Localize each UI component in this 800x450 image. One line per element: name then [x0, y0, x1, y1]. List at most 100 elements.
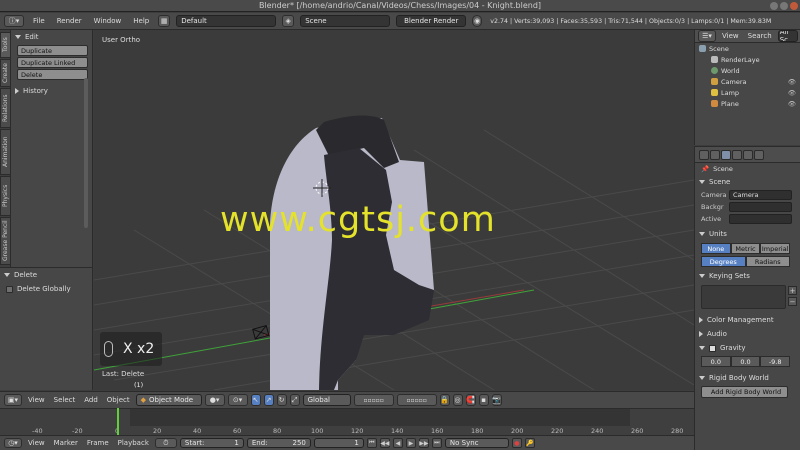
tab-create[interactable]: Create — [0, 59, 11, 87]
unit-none-button[interactable]: None — [701, 243, 731, 254]
gravity-y-field[interactable]: 0.0 — [730, 356, 761, 367]
timeline-menu-frame[interactable]: Frame — [84, 439, 112, 447]
close-icon[interactable] — [790, 2, 798, 10]
add-rigid-body-world-button[interactable]: Add Rigid Body World — [701, 386, 788, 398]
start-frame-field[interactable]: Start: 1 — [179, 438, 244, 448]
screen-layout-icon[interactable]: ▦ — [158, 15, 171, 27]
add-keying-set-icon[interactable]: + — [788, 286, 797, 295]
visibility-eye-icon[interactable]: 👁 — [788, 89, 796, 97]
next-keyframe-icon[interactable]: ▶▶ — [418, 438, 429, 448]
scene-layers-icon[interactable]: ▫▫▫▫▫ — [353, 394, 394, 406]
tab-tools[interactable]: Tools — [0, 32, 11, 58]
outliner-menu-search[interactable]: Search — [745, 32, 775, 40]
outliner-display-selector[interactable]: All Sc — [777, 30, 798, 42]
tab-physics[interactable]: Physics — [0, 176, 11, 216]
translate-manipulator-icon[interactable]: ↗ — [263, 394, 274, 406]
duplicate-button[interactable]: Duplicate — [17, 45, 88, 56]
scale-manipulator-icon[interactable]: ⤢ — [289, 394, 300, 406]
rotate-manipulator-icon[interactable]: ↻ — [276, 394, 287, 406]
background-scene-field[interactable] — [729, 202, 792, 212]
gravity-checkbox[interactable] — [709, 344, 716, 352]
scene-icon[interactable]: ◈ — [282, 15, 295, 27]
render-engine-selector[interactable]: Blender Render — [396, 15, 467, 27]
gravity-x-field[interactable]: 0.0 — [701, 356, 731, 367]
tab-relations[interactable]: Relations — [0, 88, 11, 128]
menu-render[interactable]: Render — [54, 17, 85, 25]
delete-button[interactable]: Delete — [17, 69, 88, 80]
mode-selector[interactable]: ◆ Object Mode — [135, 394, 202, 406]
menu-window[interactable]: Window — [91, 17, 125, 25]
outliner-item-camera[interactable]: Camera 👁 — [695, 76, 800, 87]
tab-animation[interactable]: Animation — [0, 129, 11, 175]
menu-file[interactable]: File — [30, 17, 48, 25]
units-panel-header[interactable]: Units — [695, 227, 800, 241]
degrees-button[interactable]: Degrees — [701, 256, 746, 267]
render-tab-icon[interactable] — [699, 149, 709, 160]
timeline-menu-marker[interactable]: Marker — [51, 439, 81, 447]
preview-range-icon[interactable]: ⏱ — [154, 438, 177, 448]
editor-type-info-icon[interactable]: ⓘ▾ — [4, 15, 24, 27]
tool-shelf-scrollbar[interactable] — [84, 78, 88, 228]
outliner-item-lamp[interactable]: Lamp 👁 — [695, 87, 800, 98]
add-menu[interactable]: Add — [81, 396, 101, 404]
active-clip-field[interactable] — [729, 214, 792, 224]
scene-panel-header[interactable]: Scene — [695, 175, 800, 189]
scene-tab-icon[interactable] — [721, 149, 731, 160]
scene-layers-2-icon[interactable]: ▫▫▫▫▫ — [396, 394, 437, 406]
transform-orientation-selector[interactable]: Global — [302, 394, 351, 406]
color-management-panel-header[interactable]: Color Management — [695, 313, 800, 327]
3d-viewport[interactable]: User Ortho www.cgtsj.com X x2 Last: Dele… — [94, 30, 694, 390]
scene-camera-field[interactable]: Camera — [729, 190, 792, 200]
outliner-item-scene[interactable]: Scene — [695, 43, 800, 54]
timeline-menu-playback[interactable]: Playback — [115, 439, 152, 447]
layout-selector[interactable]: Default — [176, 15, 277, 27]
object-menu[interactable]: Object — [104, 396, 133, 404]
select-menu[interactable]: Select — [51, 396, 79, 404]
current-frame-field[interactable]: 1 — [313, 438, 364, 448]
keying-sets-panel-header[interactable]: Keying Sets — [695, 269, 800, 283]
unit-metric-button[interactable]: Metric — [730, 243, 761, 254]
maximize-icon[interactable] — [780, 2, 788, 10]
minimize-icon[interactable] — [770, 2, 778, 10]
jump-to-end-icon[interactable]: ⏭ — [431, 438, 442, 448]
history-panel-header[interactable]: History — [11, 84, 92, 98]
unit-imperial-button[interactable]: Imperial — [760, 243, 791, 254]
visibility-eye-icon[interactable]: 👁 — [788, 100, 796, 108]
editor-type-timeline-icon[interactable]: ◷▾ — [4, 438, 22, 448]
keying-sets-list[interactable]: + − — [701, 285, 797, 309]
viewport-shading-icon[interactable]: ●▾ — [204, 394, 225, 406]
snap-element-icon[interactable]: ▪ — [478, 394, 489, 406]
world-tab-icon[interactable] — [732, 149, 742, 160]
delete-globally-checkbox[interactable] — [6, 285, 13, 293]
gravity-z-field[interactable]: -9.8 — [760, 356, 791, 367]
current-frame-indicator[interactable] — [117, 408, 119, 435]
outliner-item-renderlayer[interactable]: RenderLaye — [695, 54, 800, 65]
scene-selector[interactable]: Scene — [300, 15, 391, 27]
proportional-edit-icon[interactable]: ◎ — [452, 394, 463, 406]
rigid-body-world-panel-header[interactable]: Rigid Body World — [695, 371, 800, 385]
outliner-menu-view[interactable]: View — [719, 32, 742, 40]
audio-panel-header[interactable]: Audio — [695, 327, 800, 341]
pivot-point-icon[interactable]: ⊙▾ — [227, 394, 248, 406]
snap-icon[interactable]: 🧲 — [465, 394, 476, 406]
tab-grease-pencil[interactable]: Grease Pencil — [0, 217, 11, 265]
jump-to-start-icon[interactable]: ⏮ — [366, 438, 377, 448]
end-frame-field[interactable]: End: 250 — [246, 438, 311, 448]
pin-icon[interactable]: 📌 — [701, 165, 709, 173]
prev-keyframe-icon[interactable]: ◀◀ — [379, 438, 390, 448]
render-preview-icon[interactable]: 📷 — [491, 394, 502, 406]
remove-keying-set-icon[interactable]: − — [788, 297, 797, 306]
gravity-panel-header[interactable]: Gravity — [695, 341, 800, 355]
menu-help[interactable]: Help — [130, 17, 152, 25]
duplicate-linked-button[interactable]: Duplicate Linked — [17, 57, 88, 68]
visibility-eye-icon[interactable]: 👁 — [788, 78, 796, 86]
timeline-area[interactable]: -40 -20 0 20 40 60 80 100 120 140 160 18… — [0, 408, 694, 435]
manipulator-toggle-icon[interactable]: ↖ — [250, 394, 261, 406]
operator-panel-header[interactable]: Delete — [0, 268, 92, 282]
play-reverse-icon[interactable]: ◀ — [392, 438, 403, 448]
view-menu[interactable]: View — [25, 396, 48, 404]
edit-panel-header[interactable]: Edit — [11, 30, 92, 44]
editor-type-outliner-icon[interactable]: ☰▾ — [698, 30, 716, 42]
outliner-item-world[interactable]: World — [695, 65, 800, 76]
keying-set-icon[interactable]: 🔑 — [524, 438, 535, 448]
